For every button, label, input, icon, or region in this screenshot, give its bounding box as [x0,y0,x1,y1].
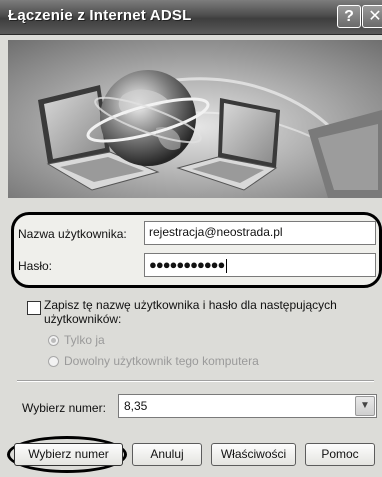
radio-only-me-label: Tylko ja [64,333,105,347]
chevron-down-icon[interactable]: ▼ [355,396,375,416]
username-field[interactable]: rejestracja@neostrada.pl [144,221,376,245]
connection-banner-image [8,40,382,198]
window-title: Łączenie z Internet ADSL [8,7,192,24]
dial-number-select[interactable]: 8,35 ▼ [118,394,377,418]
dial-number-label: Wybierz numer: [22,401,106,415]
save-credentials-label[interactable]: Zapisz tę nazwę użytkownika i hasło dla … [44,298,364,326]
network-globe-illustration [8,40,382,198]
save-credentials-checkbox[interactable] [27,301,41,315]
separator [17,380,374,382]
radio-only-me[interactable] [48,335,59,346]
radio-selected-dot [51,338,56,343]
cancel-button[interactable]: Anuluj [132,443,202,466]
password-label: Hasło: [18,259,53,273]
properties-button[interactable]: Właściwości [211,443,296,466]
text-caret [226,258,228,273]
dial-number-value: 8,35 [124,399,148,413]
username-label: Nazwa użytkownika: [18,227,127,241]
help-button[interactable]: Pomoc [305,443,375,466]
dialog-window: Łączenie z Internet ADSL ? ✕ Nazwa użytk… [0,0,382,477]
radio-any-user[interactable] [48,356,59,367]
title-bar[interactable]: Łączenie z Internet ADSL ? ✕ [0,0,382,35]
close-button[interactable]: ✕ [362,5,382,28]
password-field[interactable]: ●●●●●●●●●●● [144,253,376,277]
password-mask: ●●●●●●●●●●● [149,257,225,272]
dial-button[interactable]: Wybierz numer [14,443,123,466]
radio-any-user-label: Dowolny użytkownik tego komputera [64,354,259,368]
help-title-button[interactable]: ? [337,5,361,28]
